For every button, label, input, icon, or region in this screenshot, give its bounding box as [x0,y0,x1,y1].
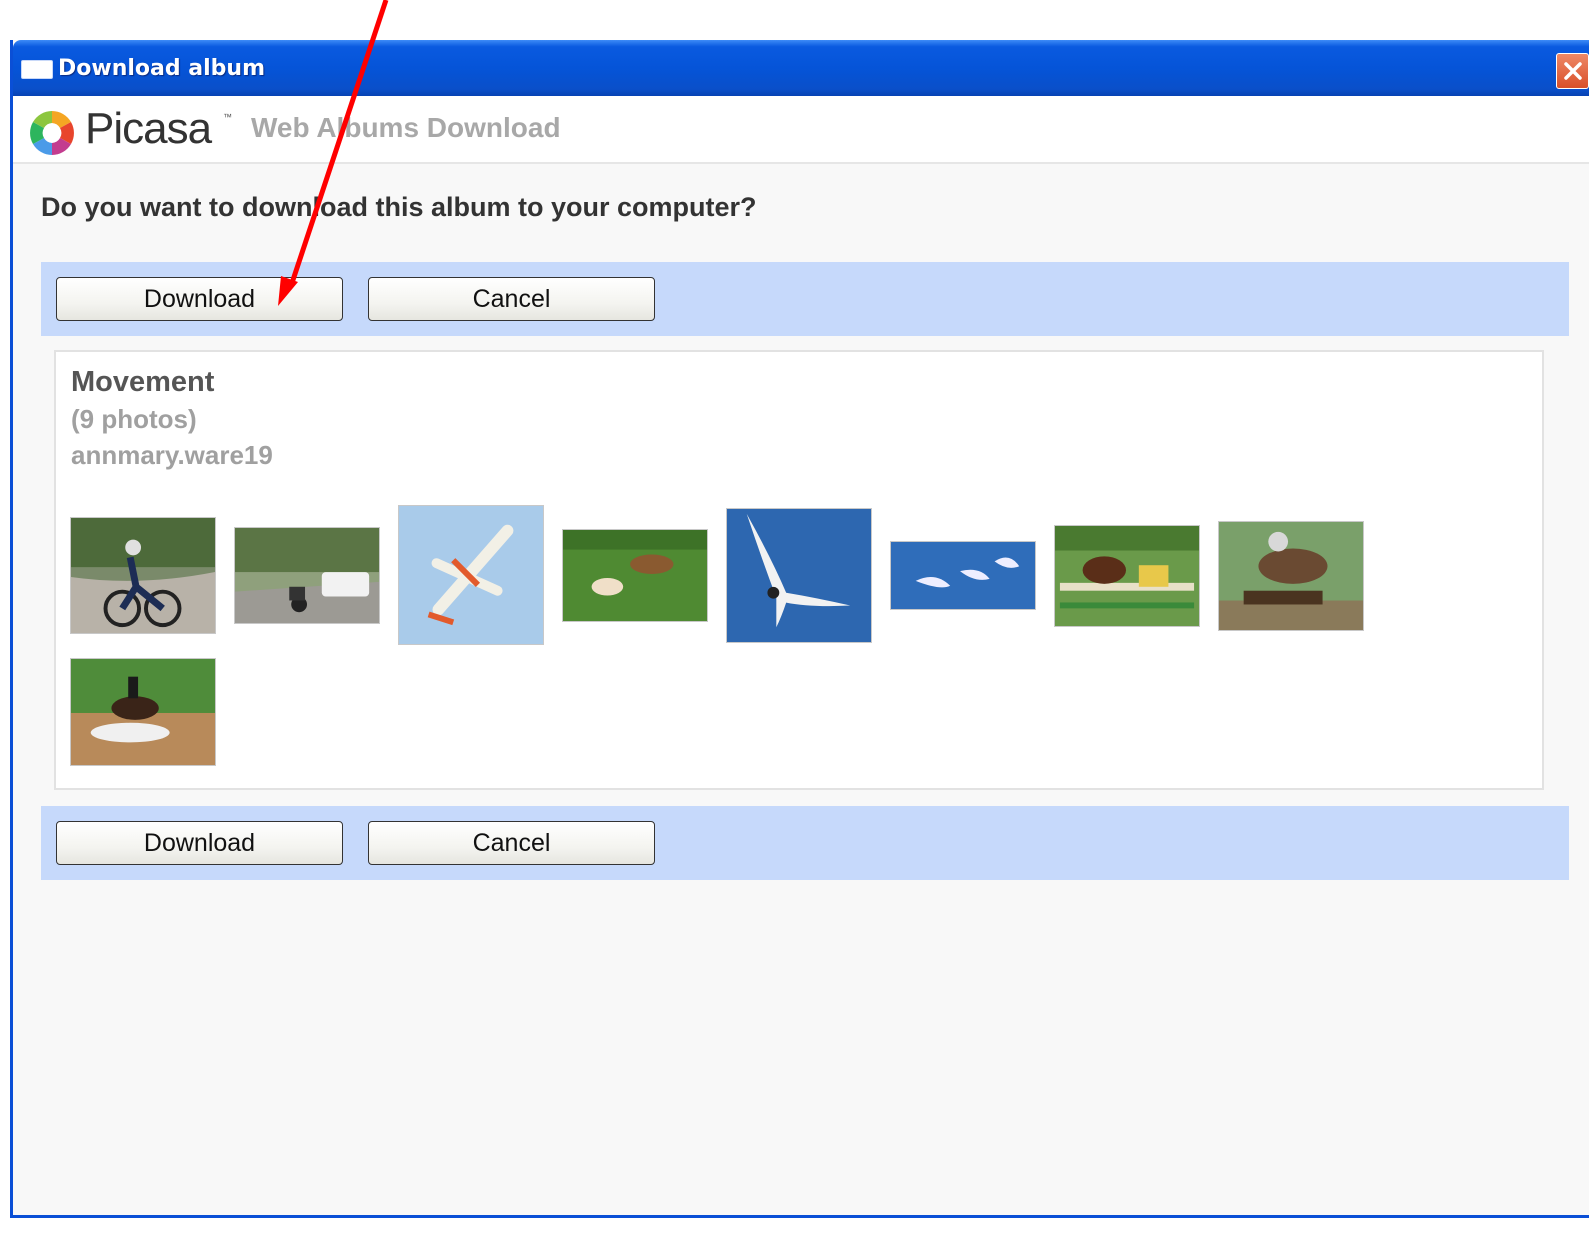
download-album-window: Download album Picasa ™ Web Albums Downl… [10,40,1589,1218]
album-title: Movement [71,366,215,398]
download-button-bottom[interactable]: Download [56,821,343,865]
photo-thumbnail-dogs[interactable] [562,529,708,622]
close-button[interactable] [1556,53,1589,89]
picasa-logo-icon [30,111,74,155]
button-bar-top: Download Cancel [41,262,1569,336]
photo-thumbnail-show-jump[interactable] [1054,525,1200,627]
button-bar-bottom: Download Cancel [41,806,1569,880]
window-icon [21,60,53,79]
cancel-button-bottom[interactable]: Cancel [368,821,655,865]
photo-thumbnail-airplane[interactable] [398,505,544,645]
brand-subtitle: Web Albums Download [251,112,561,143]
photo-thumbnail-cyclist[interactable] [70,517,216,634]
picasa-wordmark: Picasa [85,104,212,153]
close-icon [1564,62,1582,80]
photo-thumbnail-log-jump[interactable] [1218,521,1364,631]
album-owner: annmary.ware19 [71,440,273,470]
photo-thumbnail-water-ride[interactable] [70,658,216,766]
window-titlebar[interactable]: Download album [13,40,1589,96]
download-button-top[interactable]: Download [56,277,343,321]
photo-thumbnail-motorbike[interactable] [234,527,380,624]
photo-thumbnail-birds[interactable] [890,541,1036,610]
window-title: Download album [58,56,265,81]
album-panel: Movement (9 photos) annmary.ware19 [54,350,1544,790]
album-photo-count: (9 photos) [71,404,197,434]
brand-header: Picasa ™ Web Albums Download [13,96,1589,164]
cancel-button-top[interactable]: Cancel [368,277,655,321]
download-question: Do you want to download this album to yo… [41,192,757,222]
photo-thumbnail-seagull[interactable] [726,508,872,643]
trademark: ™ [223,112,232,122]
